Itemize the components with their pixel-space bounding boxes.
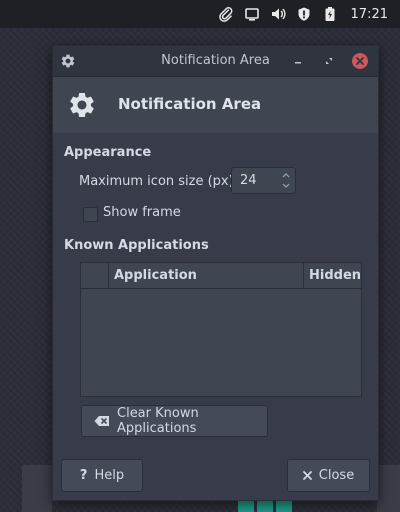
notification-area-dialog: Notification Area Notification Area Appe… [52, 45, 379, 501]
paperclip-icon[interactable] [213, 0, 239, 28]
column-separator [303, 263, 304, 288]
known-applications-section-label: Known Applications [64, 238, 209, 253]
desktop-background-shape [377, 465, 400, 512]
show-frame-checkbox[interactable] [83, 207, 98, 222]
show-frame-label[interactable]: Show frame [103, 205, 181, 220]
known-applications-table[interactable]: Application Hidden [80, 262, 362, 397]
header-title: Notification Area [118, 95, 262, 113]
close-icon [302, 471, 312, 480]
settings-gear-icon [67, 90, 97, 120]
titlebar[interactable]: Notification Area [53, 46, 378, 77]
volume-icon[interactable] [265, 0, 291, 28]
dialog-header: Notification Area [53, 77, 378, 133]
appearance-section-label: Appearance [64, 145, 152, 160]
top-panel: 17:21 [0, 0, 400, 28]
help-button-label: Help [94, 468, 125, 483]
display-icon[interactable] [239, 0, 265, 28]
close-icon [356, 57, 364, 65]
minimize-icon [295, 62, 301, 64]
help-icon: ? [79, 468, 88, 483]
close-window-button[interactable] [352, 53, 368, 69]
clock[interactable]: 17:21 [343, 7, 400, 22]
battery-icon[interactable] [317, 0, 343, 28]
spinner-arrows-icon[interactable] [281, 170, 291, 191]
close-button-label: Close [318, 468, 355, 483]
desktop-background-shape [22, 465, 52, 512]
maximize-icon [326, 58, 332, 64]
column-header-hidden[interactable]: Hidden [309, 268, 361, 283]
column-separator [108, 263, 109, 288]
minimize-button[interactable] [289, 52, 307, 70]
icon-size-value[interactable]: 24 [240, 173, 257, 188]
table-header: Application Hidden [81, 263, 361, 289]
icon-size-label: Maximum icon size (px): [79, 174, 239, 189]
clear-icon [94, 415, 110, 427]
taskbar-item[interactable] [257, 500, 273, 512]
security-icon[interactable] [291, 0, 317, 28]
taskbar-item[interactable] [238, 500, 254, 512]
taskbar-item[interactable] [276, 500, 292, 512]
icon-size-spinner[interactable]: 24 [231, 167, 296, 194]
help-button[interactable]: ? Help [61, 459, 143, 492]
maximize-button[interactable] [320, 52, 338, 70]
close-button[interactable]: Close [287, 459, 370, 492]
clear-known-applications-button[interactable]: Clear Known Applications [81, 405, 268, 437]
clear-button-label: Clear Known Applications [117, 406, 199, 436]
column-header-application[interactable]: Application [114, 268, 197, 283]
